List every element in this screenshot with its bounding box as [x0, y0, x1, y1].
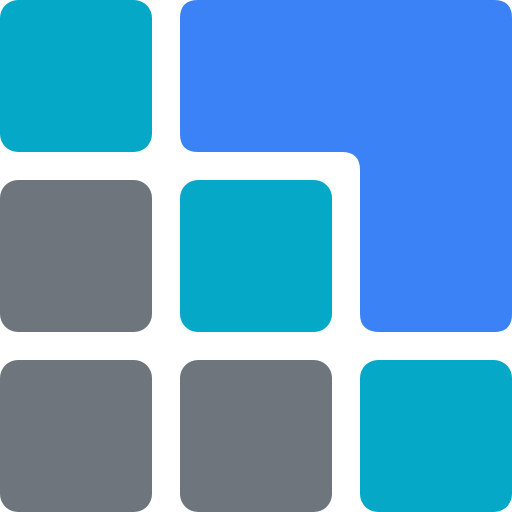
gray-tile-middle-left — [0, 180, 152, 332]
teal-tile-bottom-right — [360, 360, 512, 512]
mosaic-canvas — [0, 0, 512, 512]
teal-tile-middle-center — [180, 180, 332, 332]
gray-tile-bottom-left — [0, 360, 152, 512]
gray-tile-bottom-center — [180, 360, 332, 512]
teal-tile-top-left — [0, 0, 152, 152]
